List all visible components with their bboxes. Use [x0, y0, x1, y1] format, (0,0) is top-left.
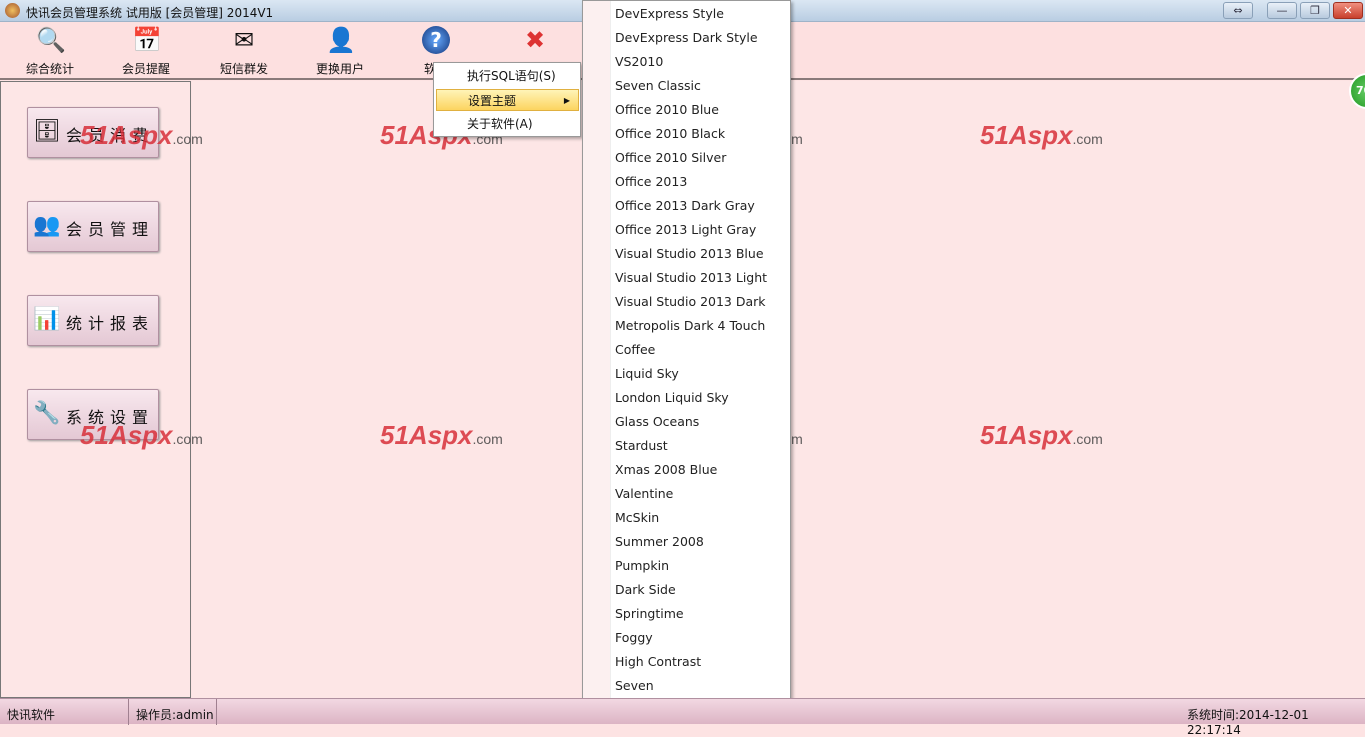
theme-item[interactable]: Office 2013 Dark Gray	[615, 194, 755, 218]
theme-item[interactable]: Office 2010 Blue	[615, 98, 719, 122]
theme-item[interactable]: Office 2010 Silver	[615, 146, 726, 170]
theme-item[interactable]: Visual Studio 2013 Dark	[615, 290, 766, 314]
minimize-button[interactable]: —	[1267, 2, 1297, 19]
envelope-icon: ✉	[233, 26, 255, 54]
theme-item[interactable]: Seven Classic	[615, 74, 701, 98]
menu-gutter	[583, 1, 611, 708]
status-bar: 快讯软件 操作员:admin 系统时间:2014-12-01 22:17:14	[0, 698, 1365, 737]
theme-item[interactable]: Foggy	[615, 626, 653, 650]
toolbar-button-0[interactable]: 🔍 综合统计	[20, 26, 80, 77]
theme-item[interactable]: Seven	[615, 674, 654, 698]
toolbar-label: 会员提醒	[121, 62, 170, 76]
theme-item[interactable]: High Contrast	[615, 650, 701, 674]
theme-item[interactable]: Office 2010 Black	[615, 122, 725, 146]
watermark-logo: 51Aspx.com	[980, 420, 1103, 450]
theme-item[interactable]: Liquid Sky	[615, 362, 679, 386]
menu-item-label: 执行SQL语句(S)	[467, 69, 556, 83]
app-icon	[5, 3, 20, 18]
switch-user-icon: 👤	[326, 26, 356, 54]
theme-item[interactable]: VS2010	[615, 50, 663, 74]
context-menu-item-1[interactable]: 设置主题 ▶	[436, 89, 579, 111]
toolbar-label: 综合统计	[25, 62, 74, 76]
theme-item[interactable]: Coffee	[615, 338, 655, 362]
nav-button-1[interactable]: 👥 会员管理	[27, 201, 159, 252]
theme-item[interactable]: DevExpress Dark Style	[615, 26, 758, 50]
watermark-logo: 51Aspx.com	[80, 120, 203, 150]
theme-item[interactable]: Dark Side	[615, 578, 676, 602]
toolbar-button-3[interactable]: 👤 更换用户	[310, 26, 370, 77]
theme-item[interactable]: Summer 2008	[615, 530, 704, 554]
theme-item[interactable]: Xmas 2008 Blue	[615, 458, 717, 482]
toolbar-label: 更换用户	[315, 62, 364, 76]
watermark-logo: 51Aspx.com	[380, 420, 503, 450]
theme-item[interactable]: Visual Studio 2013 Blue	[615, 242, 764, 266]
nav-panel: 🗄 会员消费 👥 会员管理 📊 统计报表 🔧 系统设置	[0, 81, 191, 698]
theme-item[interactable]: Office 2013 Light Gray	[615, 218, 756, 242]
status-time: 系统时间:2014-12-01 22:17:14	[1187, 708, 1309, 737]
toolbar-button-5[interactable]: ✖	[505, 26, 565, 60]
close-icon: ✖	[524, 26, 546, 54]
theme-item[interactable]: Pumpkin	[615, 554, 669, 578]
window-title: 快讯会员管理系统 试用版 [会员管理] 2014V1	[26, 6, 274, 20]
context-menu-item-2[interactable]: 关于软件(A)	[436, 113, 579, 135]
nav-label: 统计报表	[66, 314, 155, 333]
watermark-logo: 51Aspx.com	[80, 420, 203, 450]
magnifier-chart-icon: 🔍	[36, 26, 66, 54]
theme-item[interactable]: Office 2013	[615, 170, 687, 194]
menu-item-label: 关于软件(A)	[467, 117, 533, 131]
submenu-arrow-icon: ▶	[563, 96, 570, 105]
menu-item-label: 设置主题	[468, 94, 517, 108]
theme-item[interactable]: McSkin	[615, 506, 659, 530]
toolbar-label: 短信群发	[219, 62, 268, 76]
theme-item[interactable]: London Liquid Sky	[615, 386, 729, 410]
theme-item[interactable]: Stardust	[615, 434, 668, 458]
theme-item[interactable]: Springtime	[615, 602, 684, 626]
calendar-clock-icon: 📅	[132, 26, 162, 54]
resize-button[interactable]: ⇔	[1223, 2, 1253, 19]
watermark-logo: 51Aspx.com	[980, 120, 1103, 150]
report-icon: 📊	[33, 307, 61, 332]
theme-item[interactable]: Metropolis Dark 4 Touch	[615, 314, 765, 338]
theme-item[interactable]: Glass Oceans	[615, 410, 699, 434]
theme-item[interactable]: Visual Studio 2013 Light	[615, 266, 767, 290]
theme-item[interactable]: DevExpress Style	[615, 2, 724, 26]
nav-button-2[interactable]: 📊 统计报表	[27, 295, 159, 346]
database-add-icon: 🗄	[33, 119, 61, 144]
context-menu-item-0[interactable]: 执行SQL语句(S)	[436, 65, 579, 87]
toolbar-button-2[interactable]: ✉ 短信群发	[214, 26, 274, 77]
close-window-button[interactable]: ✕	[1333, 2, 1363, 19]
nav-label: 会员管理	[66, 220, 155, 239]
status-company: 快讯软件	[7, 708, 56, 722]
user-gear-icon: 👥	[33, 213, 61, 238]
toolbar-button-1[interactable]: 📅 会员提醒	[116, 26, 176, 77]
status-operator: 操作员:admin	[136, 708, 214, 722]
tools-icon: 🔧	[33, 401, 61, 426]
theme-submenu: ▼DevExpress StyleDevExpress Dark StyleVS…	[582, 0, 791, 709]
theme-item[interactable]: Valentine	[615, 482, 673, 506]
software-context-menu: 执行SQL语句(S) 设置主题 ▶ 关于软件(A)	[433, 62, 581, 137]
maximize-button[interactable]: ❐	[1300, 2, 1330, 19]
help-icon: ?	[422, 26, 450, 54]
